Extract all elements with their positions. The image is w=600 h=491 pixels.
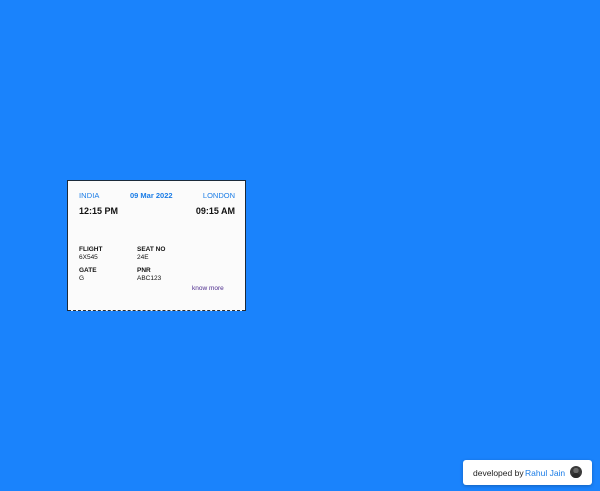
seat-label: SEAT NO <box>137 246 166 253</box>
gate-label: GATE <box>79 267 97 274</box>
destination-city: LONDON <box>202 191 235 200</box>
times-row: 12:15 PM 09:15 AM <box>79 206 235 220</box>
gate-info: GATE G <box>79 267 97 283</box>
flight-date: 09 Mar 2022 <box>130 191 173 200</box>
pnr-label: PNR <box>137 267 151 274</box>
seat-number: 24E <box>137 254 149 261</box>
pnr-info: PNR ABC123 <box>137 267 161 283</box>
user-avatar-icon[interactable] <box>570 466 582 478</box>
credit-prefix: developed by <box>473 468 524 478</box>
gate-value: G <box>79 275 85 282</box>
flight-label: FLIGHT <box>79 246 103 253</box>
developer-credit-badge: developed by Rahul Jain <box>463 460 592 485</box>
flight-number: 6X545 <box>79 254 98 261</box>
perforated-edge <box>68 310 245 314</box>
boarding-pass-card: INDIA 09 Mar 2022 LONDON 12:15 PM 09:15 … <box>67 180 246 314</box>
route-row: INDIA 09 Mar 2022 LONDON <box>79 191 235 203</box>
seat-info: SEAT NO 24E <box>137 246 165 262</box>
flight-info: FLIGHT 6X545 <box>79 246 102 262</box>
author-link[interactable]: Rahul Jain <box>525 468 565 478</box>
origin-country: INDIA <box>79 191 100 200</box>
departure-time: 12:15 PM <box>79 206 119 216</box>
know-more-link[interactable]: know more <box>192 285 224 292</box>
pnr-value: ABC123 <box>137 275 162 282</box>
arrival-time: 09:15 AM <box>195 206 235 216</box>
